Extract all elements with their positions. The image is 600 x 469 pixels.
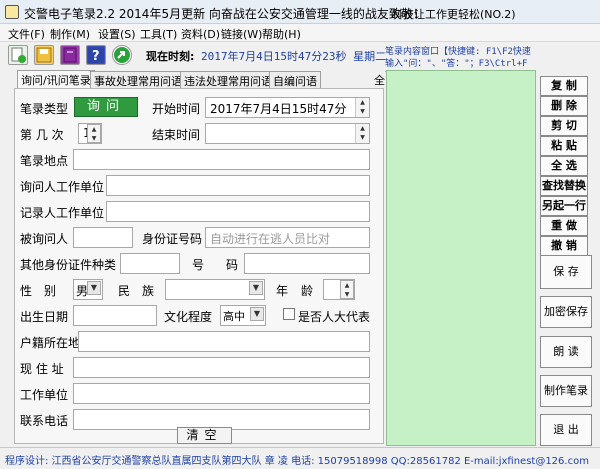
interviewer-unit-field[interactable] xyxy=(106,175,370,196)
number-label-char2: 码 xyxy=(226,258,239,272)
age-label-char1: 年 xyxy=(276,284,289,298)
other-id-number-field[interactable] xyxy=(244,253,370,274)
book-icon[interactable] xyxy=(60,45,80,65)
save-disk-icon[interactable] xyxy=(34,45,54,65)
household-field[interactable] xyxy=(78,331,370,352)
tab-accident-questions[interactable]: 事故处理常用问语 xyxy=(90,71,186,88)
redo-button[interactable]: 重 做 xyxy=(540,216,588,236)
title-bar: 交警电子笔录2.2 2014年5月更新 向奋战在公安交通管理一线的战友致敬！ 科… xyxy=(0,0,600,24)
interviewee-label: 被询问人 xyxy=(20,232,69,246)
gender-dropdown-icon[interactable]: ▼ xyxy=(87,281,101,295)
cut-button[interactable]: 剪 切 xyxy=(540,116,588,136)
help-icon[interactable]: ? xyxy=(86,45,106,65)
ethnicity-dropdown-icon[interactable]: ▼ xyxy=(249,281,263,295)
new-file-icon[interactable] xyxy=(8,45,28,65)
work-unit-label: 工作单位 xyxy=(20,388,69,402)
record-content-area[interactable] xyxy=(386,70,536,446)
address-field[interactable] xyxy=(73,357,370,378)
other-id-type-label: 其他身份证件种类 xyxy=(20,258,117,272)
birth-date-label: 出生日期 xyxy=(20,310,69,324)
recorder-unit-field[interactable] xyxy=(106,201,370,222)
delete-button[interactable]: 删 除 xyxy=(540,96,588,116)
go-icon[interactable] xyxy=(112,45,132,65)
status-bar: 程序设计: 江西省公安厅交通警察总队直属四支队第四大队 章 凌 电话: 1507… xyxy=(0,447,600,469)
sequence-label: 第 几 次 xyxy=(20,128,64,142)
education-label: 文化程度 xyxy=(164,310,213,324)
household-label: 户籍所在地 xyxy=(20,336,81,350)
location-label: 笔录地点 xyxy=(20,154,69,168)
end-time-label: 结束时间 xyxy=(152,128,201,142)
save-button[interactable]: 保 存 xyxy=(540,255,592,289)
start-time-field[interactable]: 2017年7月4日15时47分 ▲ ▼ xyxy=(205,97,370,118)
ethnicity-label-char1: 民 xyxy=(118,284,131,298)
interviewer-unit-label: 询问人工作单位 xyxy=(20,180,105,194)
menu-settings[interactable]: 设置(S) xyxy=(98,26,136,42)
location-field[interactable] xyxy=(73,149,370,170)
select-all-button[interactable]: 全 选 xyxy=(540,156,588,176)
tab-violation-questions[interactable]: 违法处理常用问语 xyxy=(180,71,276,88)
make-record-button[interactable]: 制作笔录 xyxy=(540,375,592,407)
age-label-char2: 龄 xyxy=(301,284,314,298)
tab-custom-questions[interactable]: 自编问语 xyxy=(269,71,321,88)
menu-help[interactable]: 帮助(H) xyxy=(262,26,301,42)
undo-button[interactable]: 撤 销 xyxy=(540,236,588,256)
menu-make[interactable]: 制作(M) xyxy=(50,26,90,42)
other-id-type-field[interactable] xyxy=(120,253,180,274)
menu-links[interactable]: 链接(W) xyxy=(221,26,262,42)
encrypted-save-button[interactable]: 加密保存 xyxy=(540,296,592,328)
id-number-label: 身份证号码 xyxy=(142,232,203,246)
ethnicity-label-char2: 族 xyxy=(142,284,155,298)
current-time-value: 2017年7月4日15时47分23秒 星期二 xyxy=(201,50,387,63)
menu-data[interactable]: 资料(D) xyxy=(181,26,220,42)
id-number-field[interactable]: 自动进行在逃人员比对 xyxy=(205,227,370,248)
npc-checkbox-label: 是否人大代表 xyxy=(298,310,371,324)
number-label-char1: 号 xyxy=(192,258,205,272)
window-title: 交警电子笔录2.2 2014年5月更新 向奋战在公安交通管理一线的战友致敬！ xyxy=(24,7,425,21)
gender-label-char2: 别 xyxy=(44,284,57,298)
copy-button[interactable]: 复 制 xyxy=(540,76,588,96)
svg-text:?: ? xyxy=(92,49,100,64)
read-aloud-button[interactable]: 朗 读 xyxy=(540,336,592,368)
exit-button[interactable]: 退 出 xyxy=(540,414,592,446)
menu-file[interactable]: 文件(F) xyxy=(8,26,45,42)
tab-overflow-button[interactable]: 全 xyxy=(374,72,385,88)
interviewee-field[interactable] xyxy=(73,227,133,248)
paste-button[interactable]: 粘 贴 xyxy=(540,136,588,156)
menu-bar: 文件(F) 制作(M) 设置(S) 工具(T) 资料(D) 链接(W) 帮助(H… xyxy=(0,24,600,42)
age-spinner[interactable]: ▲ ▼ xyxy=(340,280,354,299)
end-time-field[interactable]: ▲ ▼ xyxy=(205,123,370,144)
recorder-unit-label: 记录人工作单位 xyxy=(20,206,105,220)
education-dropdown-icon[interactable]: ▼ xyxy=(250,307,264,321)
birth-date-field[interactable] xyxy=(73,305,157,326)
clear-button[interactable]: 清空 xyxy=(177,427,232,444)
start-time-spinner[interactable]: ▲ ▼ xyxy=(355,98,369,117)
gender-label-char1: 性 xyxy=(20,284,33,298)
find-replace-button[interactable]: 查找替换 xyxy=(540,176,588,196)
record-type-label: 笔录类型 xyxy=(20,102,69,116)
npc-checkbox[interactable] xyxy=(283,308,295,320)
slogan-text: 科技让工作更轻松(NO.2) xyxy=(392,8,516,21)
work-unit-field[interactable] xyxy=(73,383,370,404)
new-line-button[interactable]: 另起一行 xyxy=(540,196,588,216)
app-icon xyxy=(5,5,19,19)
tab-strip: 询问/讯问笔录 事故处理常用问语 违法处理常用问语 自编问语 xyxy=(17,70,387,89)
phone-label: 联系电话 xyxy=(20,414,69,428)
menu-tools[interactable]: 工具(T) xyxy=(140,26,177,42)
tab-interrogation-record[interactable]: 询问/讯问笔录 xyxy=(17,70,95,89)
start-time-label: 开始时间 xyxy=(152,102,201,116)
id-number-placeholder: 自动进行在逃人员比对 xyxy=(210,232,331,246)
start-time-value: 2017年7月4日15时47分 xyxy=(210,102,347,116)
education-value: 高中 xyxy=(223,310,245,323)
record-type-button[interactable]: 询问 xyxy=(74,97,138,117)
address-label: 现 住 址 xyxy=(20,362,64,376)
content-window-hint: 笔录内容窗口【快捷键: F1\F2快速输入"问："、"答："；F3\Ctrl+F… xyxy=(385,47,531,72)
end-time-spinner[interactable]: ▲ ▼ xyxy=(355,124,369,143)
sequence-spinner[interactable]: ▲ ▼ xyxy=(87,124,101,143)
current-time-label: 现在时刻: xyxy=(146,50,195,63)
